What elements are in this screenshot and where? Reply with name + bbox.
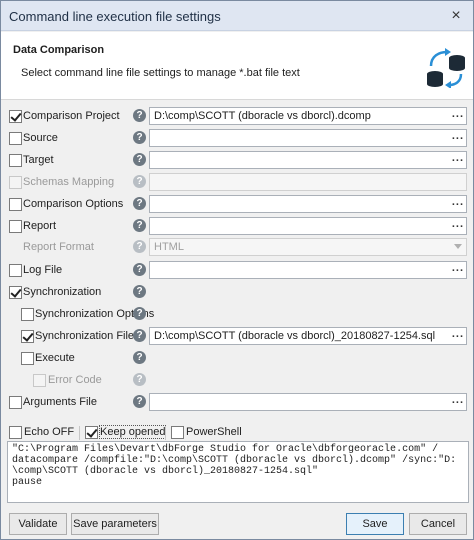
error-code-checkbox [33,374,46,387]
report-input[interactable]: ... [149,217,467,235]
report-format-label: Report Format [23,241,94,253]
schemas-mapping-label: Schemas Mapping [23,176,115,188]
keep-opened-label: Keep opened [98,425,167,439]
help-icon[interactable]: ? [133,131,146,144]
error-code-label: Error Code [48,374,102,386]
synchronization-label: Synchronization [23,286,102,298]
browse-button[interactable]: ... [452,218,464,230]
report-format-value: HTML [154,241,184,253]
row-synchronization-options: Synchronization Options ? [1,306,473,324]
help-icon[interactable]: ? [133,153,146,166]
synchronization-options-checkbox[interactable] [21,308,34,321]
help-icon[interactable]: ? [133,329,146,342]
row-synchronization: Synchronization ? [1,284,473,302]
options-bar: Echo OFF Keep opened PowerShell [1,424,473,442]
help-icon[interactable]: ? [133,395,146,408]
browse-button[interactable]: ... [452,196,464,208]
comparison-options-label: Comparison Options [23,198,124,210]
help-icon[interactable]: ? [133,285,146,298]
keep-opened-checkbox[interactable] [85,426,98,439]
browse-button[interactable]: ... [452,108,464,120]
help-icon[interactable]: ? [133,307,146,320]
arguments-file-checkbox[interactable] [9,396,22,409]
row-report-format: Report Format ? HTML [1,238,473,257]
comparison-options-checkbox[interactable] [9,198,22,211]
row-comparison-options: Comparison Options ? ... [1,195,473,214]
database-sync-icon [427,48,465,88]
synchronization-file-value: D:\comp\SCOTT (dboracle vs dborcl)_20180… [154,330,436,342]
row-schemas-mapping: Schemas Mapping ? [1,173,473,192]
save-parameters-button[interactable]: Save parameters [71,513,159,535]
powershell-checkbox[interactable] [171,426,184,439]
row-report: Report ? ... [1,217,473,236]
comparison-project-value: D:\comp\SCOTT (dboracle vs dborcl).dcomp [154,110,371,122]
report-format-select: HTML [149,238,467,256]
schemas-mapping-input [149,173,467,191]
target-input[interactable]: ... [149,151,467,169]
browse-button[interactable]: ... [452,394,464,406]
source-checkbox[interactable] [9,132,22,145]
synchronization-file-label: Synchronization File [35,330,135,342]
row-arguments-file: Arguments File ? ... [1,393,473,412]
execute-label: Execute [35,352,75,364]
validate-button[interactable]: Validate [9,513,67,535]
command-text-area[interactable]: "C:\Program Files\Devart\dbForge Studio … [7,441,469,503]
row-error-code: Error Code ? [1,372,473,390]
execute-checkbox[interactable] [21,352,34,365]
help-icon[interactable]: ? [133,197,146,210]
source-label: Source [23,132,58,144]
log-file-label: Log File [23,264,63,276]
synchronization-file-input[interactable]: D:\comp\SCOTT (dboracle vs dborcl)_20180… [149,327,467,345]
powershell-label: PowerShell [186,426,242,438]
close-icon[interactable]: × [447,7,465,25]
save-button[interactable]: Save [346,513,404,535]
help-icon[interactable]: ? [133,263,146,276]
divider [79,426,80,440]
synchronization-file-checkbox[interactable] [21,330,34,343]
report-label: Report [23,220,57,232]
log-file-input[interactable]: ... [149,261,467,279]
comparison-project-label: Comparison Project [23,110,120,122]
schemas-mapping-checkbox [9,176,22,189]
comparison-project-input[interactable]: D:\comp\SCOTT (dboracle vs dborcl).dcomp… [149,107,467,125]
help-icon: ? [133,240,146,253]
echo-off-checkbox[interactable] [9,426,22,439]
row-comparison-project: Comparison Project ? D:\comp\SCOTT (dbor… [1,107,473,126]
chevron-down-icon [454,244,462,249]
title-bar: Command line execution file settings × [1,1,473,31]
arguments-file-label: Arguments File [23,396,97,408]
row-log-file: Log File ? ... [1,261,473,280]
row-execute: Execute ? [1,350,473,368]
synchronization-checkbox[interactable] [9,286,22,299]
browse-button[interactable]: ... [452,130,464,142]
target-checkbox[interactable] [9,154,22,167]
help-icon: ? [133,175,146,188]
browse-button[interactable]: ... [452,262,464,274]
header-panel: Data Comparison Select command line file… [1,32,473,100]
arguments-file-input[interactable]: ... [149,393,467,411]
window-title: Command line execution file settings [9,9,221,24]
divider [165,426,166,440]
help-icon: ? [133,373,146,386]
comparison-project-checkbox[interactable] [9,110,22,123]
report-checkbox[interactable] [9,220,22,233]
source-input[interactable]: ... [149,129,467,147]
comparison-options-input[interactable]: ... [149,195,467,213]
echo-off-label: Echo OFF [24,426,75,438]
row-source: Source ? ... [1,129,473,148]
settings-dialog: Command line execution file settings × D… [0,0,474,540]
header-subtitle: Select command line file settings to man… [21,67,300,79]
cancel-button[interactable]: Cancel [409,513,467,535]
header-title: Data Comparison [13,44,105,56]
target-label: Target [23,154,54,166]
browse-button[interactable]: ... [452,328,464,340]
row-synchronization-file: Synchronization File ? D:\comp\SCOTT (db… [1,327,473,346]
help-icon[interactable]: ? [133,219,146,232]
browse-button[interactable]: ... [452,152,464,164]
log-file-checkbox[interactable] [9,264,22,277]
row-target: Target ? ... [1,151,473,170]
help-icon[interactable]: ? [133,109,146,122]
help-icon[interactable]: ? [133,351,146,364]
